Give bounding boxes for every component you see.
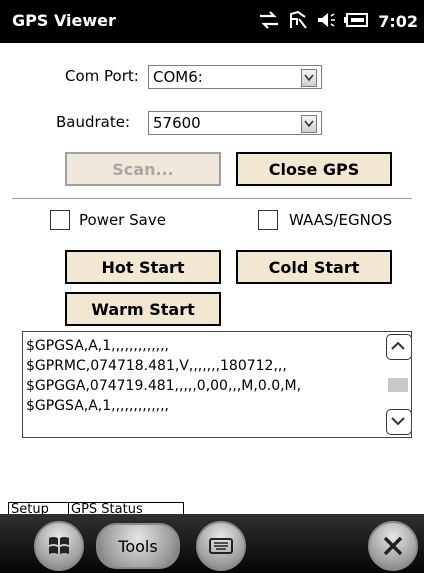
warm-start-button[interactable]: Warm Start	[65, 292, 221, 326]
power-save-checkbox[interactable]	[50, 210, 70, 230]
log-line: $GPGSA,A,1,,,,,,,,,,,,,	[26, 398, 170, 414]
chevron-down-icon[interactable]	[301, 115, 317, 133]
status-icons: 7:02	[258, 0, 418, 43]
baudrate-select[interactable]: 57600	[148, 111, 322, 135]
waas-egnos-checkbox[interactable]	[258, 210, 278, 230]
waas-egnos-label: WAAS/EGNOS	[289, 211, 393, 229]
connectivity-icon[interactable]	[258, 10, 280, 33]
power-save-label: Power Save	[79, 211, 166, 229]
log-line: $GPGSA,A,1,,,,,,,,,,,,,	[26, 338, 170, 354]
battery-icon[interactable]	[344, 11, 370, 33]
app-title: GPS Viewer	[12, 11, 116, 30]
log-scrollbar[interactable]	[385, 332, 411, 437]
scroll-down-icon[interactable]	[386, 409, 411, 435]
log-line: $GPRMC,074718.481,V,,,,,,,180712,,,	[26, 358, 287, 374]
baudrate-label: Baudrate:	[56, 113, 131, 131]
hot-start-button[interactable]: Hot Start	[65, 250, 221, 284]
keyboard-icon[interactable]	[196, 521, 246, 571]
chevron-down-icon[interactable]	[301, 69, 317, 87]
scroll-up-icon[interactable]	[386, 334, 411, 360]
clock[interactable]: 7:02	[378, 12, 418, 31]
cold-start-button[interactable]: Cold Start	[236, 250, 392, 284]
com-port-value: COM6:	[153, 68, 203, 86]
menu-bar: Tools	[0, 514, 424, 573]
windows-start-icon[interactable]	[34, 521, 84, 571]
nmea-log[interactable]: $GPGSA,A,1,,,,,,,,,,,,, $GPRMC,074718.48…	[22, 331, 412, 438]
tools-button[interactable]: Tools	[96, 523, 180, 569]
signal-icon[interactable]	[288, 10, 308, 33]
com-port-label: Com Port:	[65, 67, 139, 85]
volume-icon[interactable]	[316, 11, 336, 33]
close-gps-button[interactable]: Close GPS	[236, 152, 392, 186]
divider	[12, 198, 412, 199]
log-line: $GPGGA,074719.481,,,,,0,00,,,M,0.0,M,	[26, 378, 302, 394]
close-icon[interactable]	[368, 521, 418, 571]
title-bar: GPS Viewer 7:02	[0, 0, 424, 43]
baudrate-value: 57600	[153, 114, 201, 132]
com-port-select[interactable]: COM6:	[148, 65, 322, 89]
scan-button[interactable]: Scan...	[65, 152, 221, 186]
scroll-thumb[interactable]	[388, 378, 408, 392]
